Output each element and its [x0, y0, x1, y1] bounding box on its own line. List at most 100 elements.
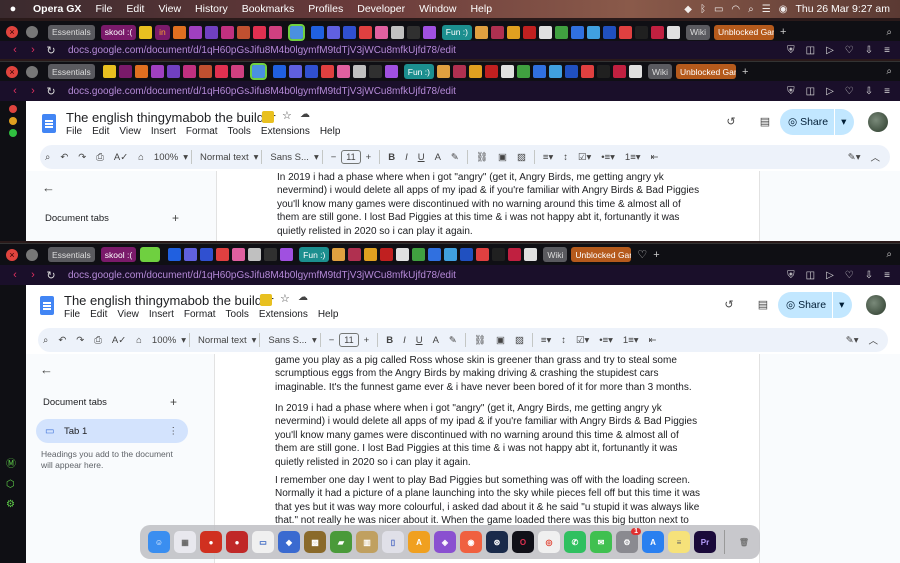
sidebar-item-tab-1[interactable]: ▭ Tab 1 ⋮ — [36, 419, 188, 443]
spellcheck-icon[interactable]: A✓ — [112, 335, 126, 346]
paragraph-intro[interactable]: game you play as a pig called Ross whose… — [275, 354, 692, 394]
cloud-icon[interactable]: ☁ — [300, 109, 310, 120]
launchpad-icon[interactable]: ▦ — [174, 531, 196, 553]
close-icon[interactable]: × — [6, 26, 18, 38]
tab-skool[interactable]: skool :( — [100, 24, 137, 40]
tab-unblocked[interactable]: Unblocked Gam — [571, 247, 632, 262]
camera-icon[interactable]: ◫ — [806, 270, 815, 281]
search-icon[interactable]: ⌕ — [748, 4, 754, 15]
tab-favicon[interactable] — [368, 65, 382, 78]
decrease-font-icon[interactable]: − — [329, 335, 335, 346]
back-icon[interactable]: ‹ — [8, 44, 22, 56]
control-center-icon[interactable]: ☰ — [762, 4, 771, 15]
search-tabs-icon[interactable]: ⌕ — [886, 66, 892, 77]
menubar-clock[interactable]: Thu 26 Mar 9:27 am — [795, 3, 890, 15]
menu-bookmarks[interactable]: Bookmarks — [235, 3, 302, 15]
tab-favicon[interactable] — [538, 25, 552, 39]
tab-favicon[interactable] — [150, 65, 164, 78]
font-select[interactable]: Sans S... — [270, 152, 309, 163]
tab-favicon[interactable] — [570, 25, 584, 39]
line-spacing-icon[interactable]: ↕ — [563, 152, 568, 163]
tab-wiki[interactable]: Wiki — [647, 64, 673, 79]
camera-icon[interactable]: ◫ — [806, 45, 815, 56]
tab-favicon[interactable] — [474, 25, 488, 39]
docs-menu-format[interactable]: Format — [186, 126, 218, 137]
tab-favicon[interactable] — [500, 65, 514, 78]
whatsapp-icon[interactable]: ✆ — [564, 531, 586, 553]
redo-icon[interactable]: ↷ — [78, 152, 86, 163]
new-tab-icon[interactable]: + — [653, 249, 659, 261]
docs-menu-tools[interactable]: Tools — [228, 126, 251, 137]
tab-favicon[interactable] — [532, 65, 546, 78]
collapse-icon[interactable]: ︿ — [868, 333, 878, 347]
search-menus-icon[interactable]: ⌕ — [45, 152, 50, 163]
back-arrow-icon[interactable]: ← — [42, 180, 55, 195]
reload-icon[interactable]: ↻ — [44, 269, 58, 282]
link-icon[interactable]: ⛓ — [474, 335, 486, 346]
bullet-list-icon[interactable]: •≡▾ — [601, 152, 615, 163]
tab-favicon[interactable] — [618, 25, 632, 39]
menu-view[interactable]: View — [151, 3, 188, 15]
heart-icon[interactable]: ♡ — [845, 45, 854, 56]
docs-logo-icon[interactable] — [40, 296, 54, 315]
tab-favicon[interactable] — [188, 25, 202, 39]
tab-favicon[interactable] — [336, 65, 350, 78]
tab-favicon[interactable] — [444, 248, 458, 261]
zoom-select[interactable]: 100% — [154, 152, 178, 163]
shield-icon[interactable]: ⛨ — [787, 86, 795, 97]
tab-favicon[interactable] — [236, 25, 250, 39]
decrease-font-icon[interactable]: − — [331, 152, 337, 163]
tab-favicon[interactable] — [320, 65, 334, 78]
menu-opera-gx[interactable]: Opera GX — [26, 3, 88, 15]
tab-wiki[interactable]: Wiki — [685, 24, 711, 40]
tab-favicon[interactable] — [596, 65, 610, 78]
download-icon[interactable]: ⇩ — [865, 45, 873, 56]
tab-favicon[interactable] — [452, 65, 466, 78]
tab-favicon[interactable] — [396, 248, 410, 261]
pages-icon[interactable]: ▯ — [382, 531, 404, 553]
tab-favicon[interactable] — [508, 248, 522, 261]
tab-favicon[interactable] — [139, 25, 153, 39]
camera-icon[interactable]: ◫ — [806, 86, 815, 97]
tab-favicon[interactable] — [516, 65, 530, 78]
tab-favicon[interactable] — [168, 248, 182, 261]
italic-icon[interactable]: I — [403, 335, 406, 346]
image-icon[interactable]: ▨ — [517, 152, 526, 163]
app-icon[interactable]: ▰ — [330, 531, 352, 553]
folder-icon[interactable] — [262, 111, 274, 123]
doc-title[interactable]: The english thingymabob the builder — [64, 293, 274, 308]
tab-favicon[interactable] — [484, 65, 498, 78]
docs-menu-extensions[interactable]: Extensions — [261, 126, 310, 137]
docs-menu-edit[interactable]: Edit — [92, 126, 109, 137]
gx-control-icon[interactable]: Ⓜ — [6, 455, 16, 470]
tab-fun[interactable]: Fun :) — [403, 64, 434, 79]
menu-file[interactable]: File — [88, 3, 119, 15]
premiere-icon[interactable]: Pr — [694, 531, 716, 553]
brave-icon[interactable]: ◉ — [460, 531, 482, 553]
tab-favicon[interactable] — [198, 65, 212, 78]
play-icon[interactable]: ▷ — [826, 270, 834, 281]
paragraph-2019[interactable]: In 2019 i had a phase where when i got "… — [275, 402, 697, 469]
tab-favicon[interactable] — [364, 248, 378, 261]
gx-mods-icon[interactable]: ⬡ — [6, 479, 16, 490]
notes-icon[interactable]: ▥ — [356, 531, 378, 553]
tab-favicon[interactable] — [374, 25, 388, 39]
docs-menu-tools[interactable]: Tools — [226, 309, 249, 320]
tab-favicon[interactable] — [634, 25, 648, 39]
tab-favicon[interactable] — [428, 248, 442, 261]
numbered-list-icon[interactable]: 1≡▾ — [623, 335, 639, 346]
tab-favicon[interactable] — [358, 25, 372, 39]
doc-page[interactable]: In 2019 i had a phase where when i got "… — [216, 171, 760, 241]
undo-icon[interactable]: ↶ — [58, 335, 66, 346]
close-icon[interactable]: × — [6, 65, 18, 78]
menu-edit[interactable]: Edit — [119, 3, 151, 15]
traffic-maximize[interactable] — [9, 129, 17, 137]
tab-fun[interactable]: Fun :) — [299, 247, 330, 262]
tab-favicon[interactable] — [304, 65, 318, 78]
tab-favicon[interactable] — [476, 248, 490, 261]
tab-favicon[interactable] — [522, 25, 536, 39]
bad-piggies-icon[interactable]: ● — [226, 531, 248, 553]
search-tabs-icon[interactable]: ⌕ — [886, 27, 892, 38]
style-select[interactable]: Normal text — [198, 335, 247, 346]
paint-format-icon[interactable]: ⌂ — [138, 152, 144, 163]
